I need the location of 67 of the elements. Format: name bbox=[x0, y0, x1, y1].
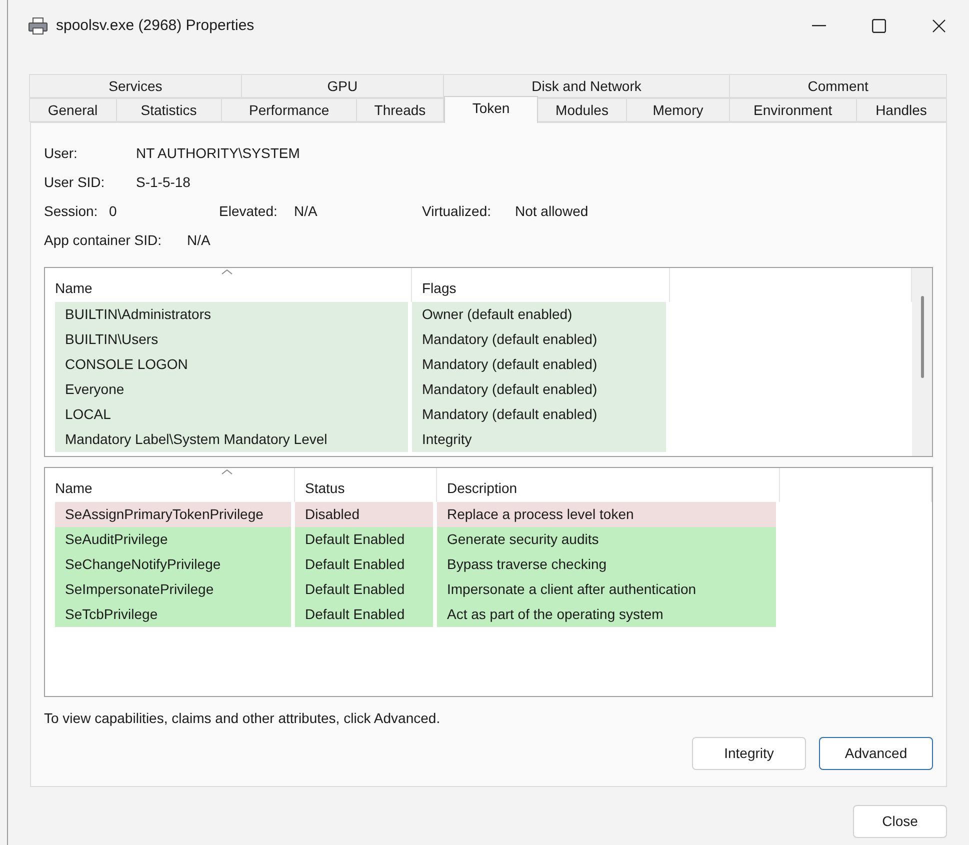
field-label: Virtualized: bbox=[422, 202, 492, 221]
tab[interactable]: Disk and Network bbox=[442, 74, 730, 98]
table-cell: Integrity bbox=[412, 427, 666, 452]
table-cell: Generate security audits bbox=[437, 527, 776, 552]
tab[interactable]: GPU bbox=[240, 74, 444, 98]
column-header: Status bbox=[305, 479, 345, 498]
hint-text: To view capabilities, claims and other attributes, click Advanced. bbox=[44, 709, 442, 728]
column-header: Flags bbox=[422, 279, 456, 298]
table-cell: Mandatory (default enabled) bbox=[412, 327, 666, 352]
table-cell: SeAssignPrimaryTokenPrivilege bbox=[55, 502, 291, 527]
table-cell: BUILTIN\Users bbox=[55, 327, 408, 352]
table-cell: Act as part of the operating system bbox=[437, 602, 776, 627]
tab[interactable]: Threads bbox=[356, 98, 444, 122]
column-header: Name bbox=[55, 479, 92, 498]
window-title: spoolsv.exe (2968) Properties bbox=[56, 16, 254, 36]
field-value: N/A bbox=[294, 202, 318, 221]
table-cell: SeAuditPrivilege bbox=[55, 527, 291, 552]
tab[interactable]: Token bbox=[444, 96, 538, 123]
maximize-icon bbox=[872, 19, 886, 33]
column-header: Description bbox=[447, 479, 518, 498]
table-cell: LOCAL bbox=[55, 402, 408, 427]
printer-icon bbox=[28, 17, 48, 35]
field-value: NT AUTHORITY\SYSTEM bbox=[136, 144, 300, 163]
tab[interactable]: Comment bbox=[729, 74, 947, 98]
table-cell: SeImpersonatePrivilege bbox=[55, 577, 291, 602]
tab[interactable]: Environment bbox=[729, 98, 856, 122]
table-cell: Mandatory (default enabled) bbox=[412, 402, 666, 427]
table-cell: SeChangeNotifyPrivilege bbox=[55, 552, 291, 577]
dialog-button[interactable]: Advanced bbox=[819, 737, 933, 770]
dialog-button[interactable]: Integrity bbox=[692, 737, 806, 770]
field-label: User: bbox=[44, 144, 78, 163]
tab[interactable]: Performance bbox=[220, 98, 358, 122]
tab[interactable]: Statistics bbox=[116, 98, 222, 122]
field-value: 0 bbox=[109, 202, 118, 221]
table-cell: Mandatory (default enabled) bbox=[412, 377, 666, 402]
table-cell: Mandatory (default enabled) bbox=[412, 352, 666, 377]
field-label: User SID: bbox=[44, 173, 106, 192]
table-cell: Replace a process level token bbox=[437, 502, 776, 527]
table-cell: Owner (default enabled) bbox=[412, 302, 666, 327]
column-header: Name bbox=[55, 279, 92, 298]
table-cell: Default Enabled bbox=[295, 527, 433, 552]
tab[interactable]: Memory bbox=[626, 98, 730, 122]
table-cell: Default Enabled bbox=[295, 577, 433, 602]
minimize-icon bbox=[812, 25, 826, 27]
field-value: S-1-5-18 bbox=[136, 173, 190, 192]
table-cell: Disabled bbox=[295, 502, 433, 527]
table-cell: Mandatory Label\System Mandatory Level bbox=[55, 427, 408, 452]
close-icon bbox=[932, 19, 946, 33]
tab[interactable]: General bbox=[29, 98, 117, 122]
field-label: Elevated: bbox=[219, 202, 278, 221]
table-cell: BUILTIN\Administrators bbox=[55, 302, 408, 327]
field-value: Not allowed bbox=[515, 202, 588, 221]
field-label: App container SID: bbox=[44, 231, 163, 250]
tab[interactable]: Services bbox=[29, 74, 242, 98]
table-cell: Impersonate a client after authentication bbox=[437, 577, 776, 602]
table-cell: SeTcbPrivilege bbox=[55, 602, 291, 627]
table-cell: Everyone bbox=[55, 377, 408, 402]
field-value: N/A bbox=[187, 231, 210, 250]
table-cell: Default Enabled bbox=[295, 552, 433, 577]
table-cell: Default Enabled bbox=[295, 602, 433, 627]
tab[interactable]: Handles bbox=[856, 98, 947, 122]
table-cell: Bypass traverse checking bbox=[437, 552, 776, 577]
scrollbar-thumb[interactable] bbox=[920, 296, 924, 378]
table-cell: CONSOLE LOGON bbox=[55, 352, 408, 377]
field-label: Session: bbox=[44, 202, 99, 221]
tab[interactable]: Modules bbox=[537, 98, 627, 122]
close-dialog-button[interactable]: Close bbox=[853, 805, 947, 838]
